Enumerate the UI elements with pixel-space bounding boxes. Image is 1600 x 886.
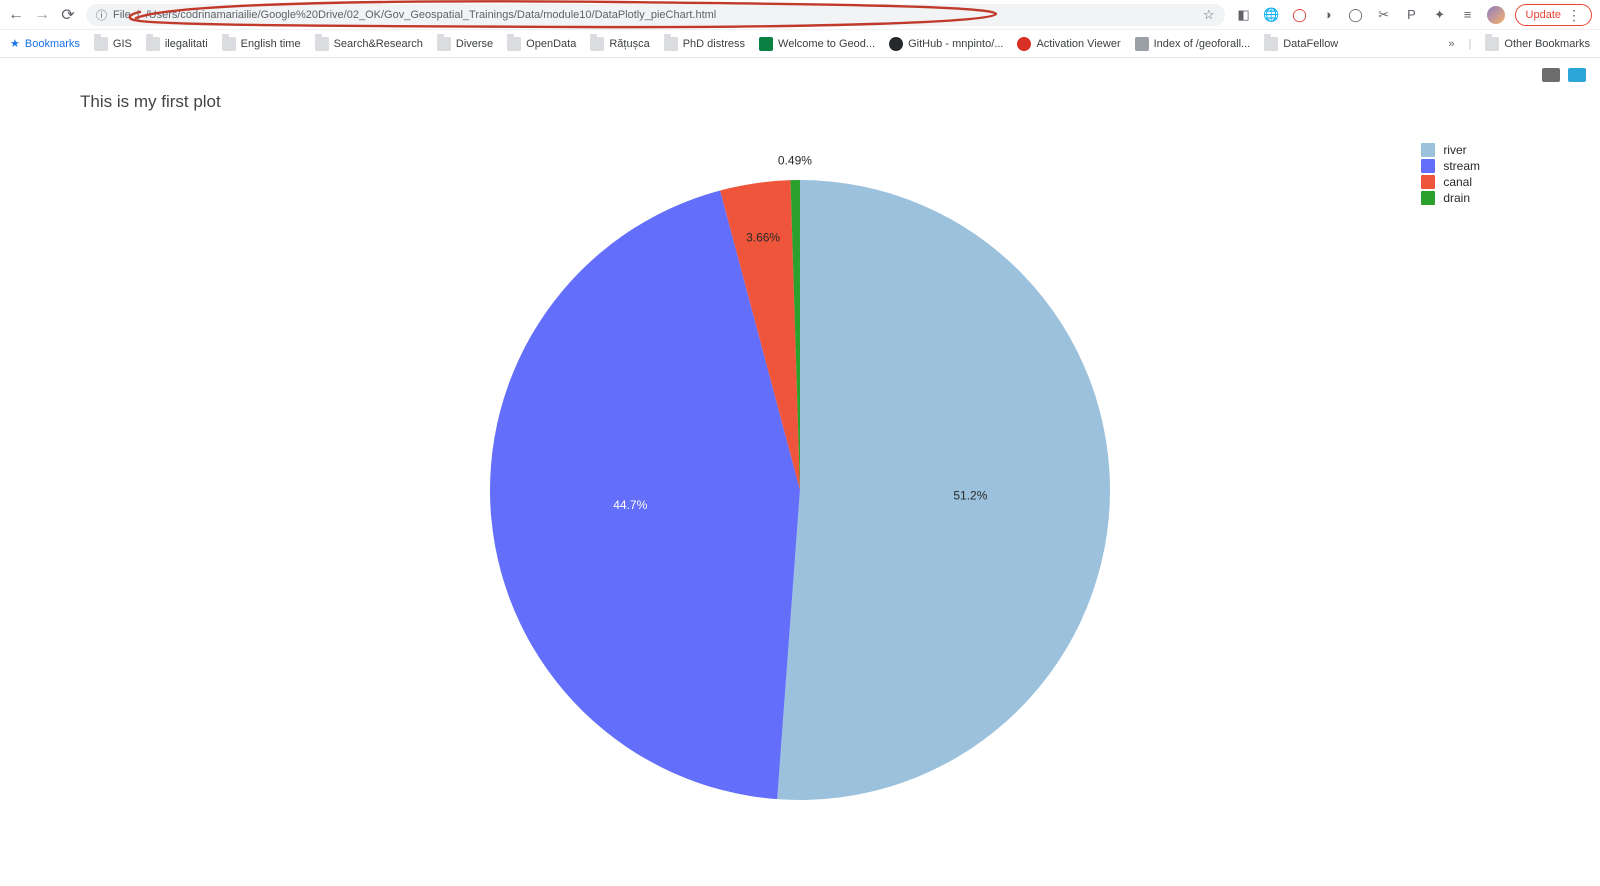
bookmark-item-3[interactable]: English time (222, 37, 301, 51)
bookmark-label: GIS (113, 38, 132, 50)
bookmark-label: Index of /geoforall... (1154, 38, 1251, 50)
extension-icon-3[interactable]: ◯ (1347, 6, 1365, 24)
favicon (1017, 37, 1031, 51)
folder-icon (664, 37, 678, 51)
update-label: Update (1526, 9, 1561, 21)
legend-swatch (1421, 159, 1435, 173)
favicon (889, 37, 903, 51)
folder-icon (315, 37, 329, 51)
folder-icon: ★ (10, 37, 20, 50)
folder-icon (507, 37, 521, 51)
bookmark-star-icon[interactable]: ☆ (1203, 7, 1215, 23)
bookmark-item-6[interactable]: OpenData (507, 37, 576, 51)
bookmark-label: Bookmarks (25, 38, 80, 50)
bookmark-item-2[interactable]: ilegalitati (146, 37, 208, 51)
folder-icon (437, 37, 451, 51)
extension-icon-1[interactable]: ◧ (1235, 6, 1253, 24)
menu-kebab-icon[interactable]: ⋮ (1567, 8, 1581, 22)
pie-label-river: 51.2% (953, 488, 987, 502)
pie-slice-river[interactable] (777, 180, 1110, 800)
forward-button[interactable]: → (34, 7, 50, 23)
legend-item-stream[interactable]: stream (1421, 159, 1480, 173)
bookmark-item-9[interactable]: Welcome to Geod... (759, 37, 875, 51)
other-bookmarks[interactable]: Other Bookmarks (1485, 37, 1590, 51)
translate-icon[interactable]: 🌐 (1263, 6, 1281, 24)
modebar-button-1[interactable] (1542, 68, 1560, 82)
bookmark-label: English time (241, 38, 301, 50)
legend-swatch (1421, 143, 1435, 157)
pie-chart[interactable]: 51.2% 44.7% 3.66% 0.49% (450, 140, 1150, 840)
other-bookmarks-label: Other Bookmarks (1504, 38, 1590, 50)
bookmark-label: Diverse (456, 38, 493, 50)
pie-label-drain: 0.49% (778, 154, 812, 168)
url-prefix: File (113, 9, 131, 21)
extension-icons: ◧ 🌐 ◯ ◑ ◯ ✂ P ✦ ≡ Update ⋮ (1235, 4, 1592, 26)
opera-icon[interactable]: ◯ (1291, 6, 1309, 24)
bookmark-label: OpenData (526, 38, 576, 50)
folder-icon (94, 37, 108, 51)
bookmark-item-13[interactable]: DataFellow (1264, 37, 1338, 51)
bookmark-item-7[interactable]: Rățușca (590, 37, 649, 51)
extension-icon-4[interactable]: ✂ (1375, 6, 1393, 24)
legend-swatch (1421, 175, 1435, 189)
modebar-button-2[interactable] (1568, 68, 1586, 82)
extension-icon-5[interactable]: P (1403, 6, 1421, 24)
bookmark-item-0[interactable]: ★ Bookmarks (10, 37, 80, 50)
bookmark-item-8[interactable]: PhD distress (664, 37, 745, 51)
bookmark-label: Welcome to Geod... (778, 38, 875, 50)
folder-icon (1485, 37, 1499, 51)
plot-title: This is my first plot (80, 92, 221, 112)
bookmark-label: PhD distress (683, 38, 745, 50)
legend-item-canal[interactable]: canal (1421, 175, 1480, 189)
bookmark-label: GitHub - mnpinto/... (908, 38, 1003, 50)
bookmark-label: DataFellow (1283, 38, 1338, 50)
favicon (759, 37, 773, 51)
plot-area: This is my first plot 51.2% 44.7% 3.66% 0.4… (0, 58, 1600, 886)
bookmark-item-12[interactable]: Index of /geoforall... (1135, 37, 1251, 51)
bookmarks-divider: | (1469, 38, 1472, 50)
folder-icon (146, 37, 160, 51)
legend-item-river[interactable]: river (1421, 143, 1480, 157)
address-bar[interactable]: ⓘ File | /Users/codrinamariailie/Google%… (86, 4, 1225, 26)
legend[interactable]: river stream canal drain (1421, 143, 1480, 207)
bookmark-item-4[interactable]: Search&Research (315, 37, 423, 51)
pie-label-stream: 44.7% (613, 498, 647, 512)
site-info-icon[interactable]: ⓘ (96, 7, 107, 23)
legend-label: river (1443, 143, 1466, 157)
bookmark-label: ilegalitati (165, 38, 208, 50)
update-button[interactable]: Update ⋮ (1515, 4, 1592, 26)
favicon (1135, 37, 1149, 51)
extension-icon-2[interactable]: ◑ (1319, 6, 1337, 24)
folder-icon (590, 37, 604, 51)
reading-list-icon[interactable]: ≡ (1459, 6, 1477, 24)
legend-label: canal (1443, 175, 1472, 189)
bookmarks-bar: ★ Bookmarks GIS ilegalitati English time Sear… (0, 30, 1600, 58)
bookmark-item-10[interactable]: GitHub - mnpinto/... (889, 37, 1003, 51)
bookmark-label: Search&Research (334, 38, 423, 50)
legend-swatch (1421, 191, 1435, 205)
bookmarks-overflow[interactable]: » (1448, 38, 1454, 50)
bookmark-item-1[interactable]: GIS (94, 37, 132, 51)
bookmark-item-5[interactable]: Diverse (437, 37, 493, 51)
bookmark-item-11[interactable]: Activation Viewer (1017, 37, 1120, 51)
plotly-modebar (1542, 68, 1586, 82)
extensions-puzzle-icon[interactable]: ✦ (1431, 6, 1449, 24)
profile-avatar[interactable] (1487, 6, 1505, 24)
legend-label: drain (1443, 191, 1470, 205)
legend-item-drain[interactable]: drain (1421, 191, 1480, 205)
url-separator: | (137, 9, 140, 21)
pie-label-canal: 3.66% (746, 231, 780, 245)
legend-label: stream (1443, 159, 1480, 173)
folder-icon (222, 37, 236, 51)
url-path: /Users/codrinamariailie/Google%20Drive/0… (146, 9, 717, 21)
bookmark-label: Activation Viewer (1036, 38, 1120, 50)
reload-button[interactable]: ⟳ (60, 7, 76, 23)
browser-toolbar: ← → ⟳ ⓘ File | /Users/codrinamariailie/G… (0, 0, 1600, 30)
back-button[interactable]: ← (8, 7, 24, 23)
address-bar-wrap: ⓘ File | /Users/codrinamariailie/Google%… (86, 4, 1225, 26)
bookmark-label: Rățușca (609, 38, 649, 50)
folder-icon (1264, 37, 1278, 51)
